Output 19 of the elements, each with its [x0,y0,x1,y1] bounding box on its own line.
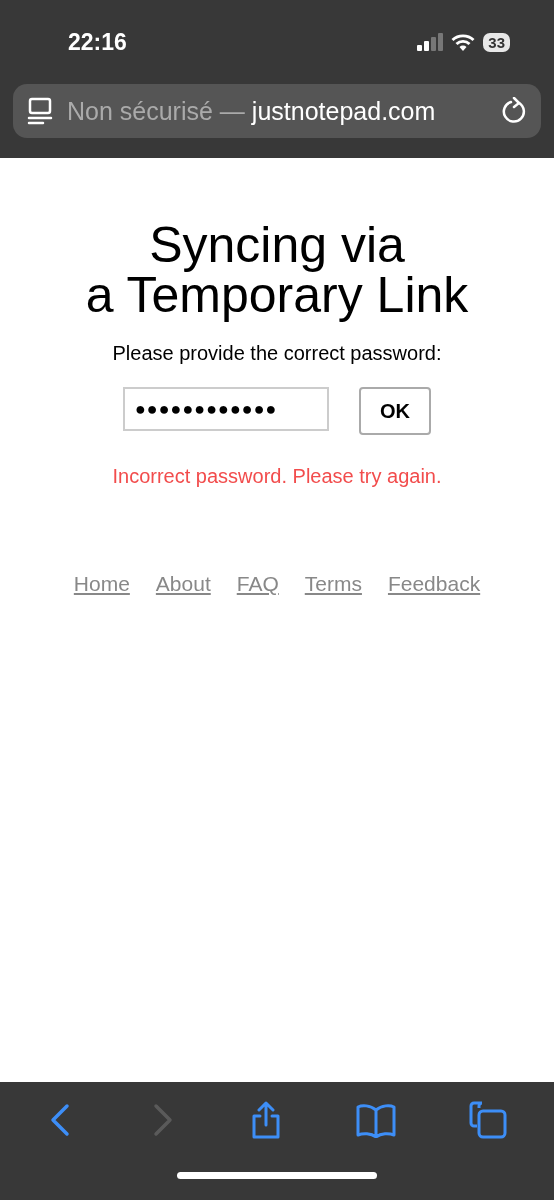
security-label: Non sécurisé — [67,96,245,126]
footer-link[interactable]: Home [73,572,130,596]
reload-icon[interactable] [501,97,527,125]
address-bar[interactable]: Non sécurisé — justnotepad.com [13,84,541,138]
status-time: 22:16 [68,28,127,56]
footer-link[interactable]: Feedback [387,572,481,596]
signal-icon [417,33,444,51]
password-field[interactable]: ●●●●●●●●●●●● [123,387,329,431]
footer-link[interactable]: About [155,572,211,596]
domain-label: justnotepad.com [251,96,436,126]
error-message: Incorrect password. Please try again. [112,465,442,488]
page-title: Syncing via a Temporary Link [85,220,469,320]
footer-link[interactable]: FAQ [236,572,279,596]
wifi-icon [451,33,476,51]
page-menu-icon[interactable] [27,97,53,125]
password-prompt: Please provide the correct password: [112,342,442,365]
ok-button[interactable]: OK [359,387,431,435]
footer-link[interactable]: Terms [304,572,362,596]
battery-indicator: 33 [483,32,510,52]
